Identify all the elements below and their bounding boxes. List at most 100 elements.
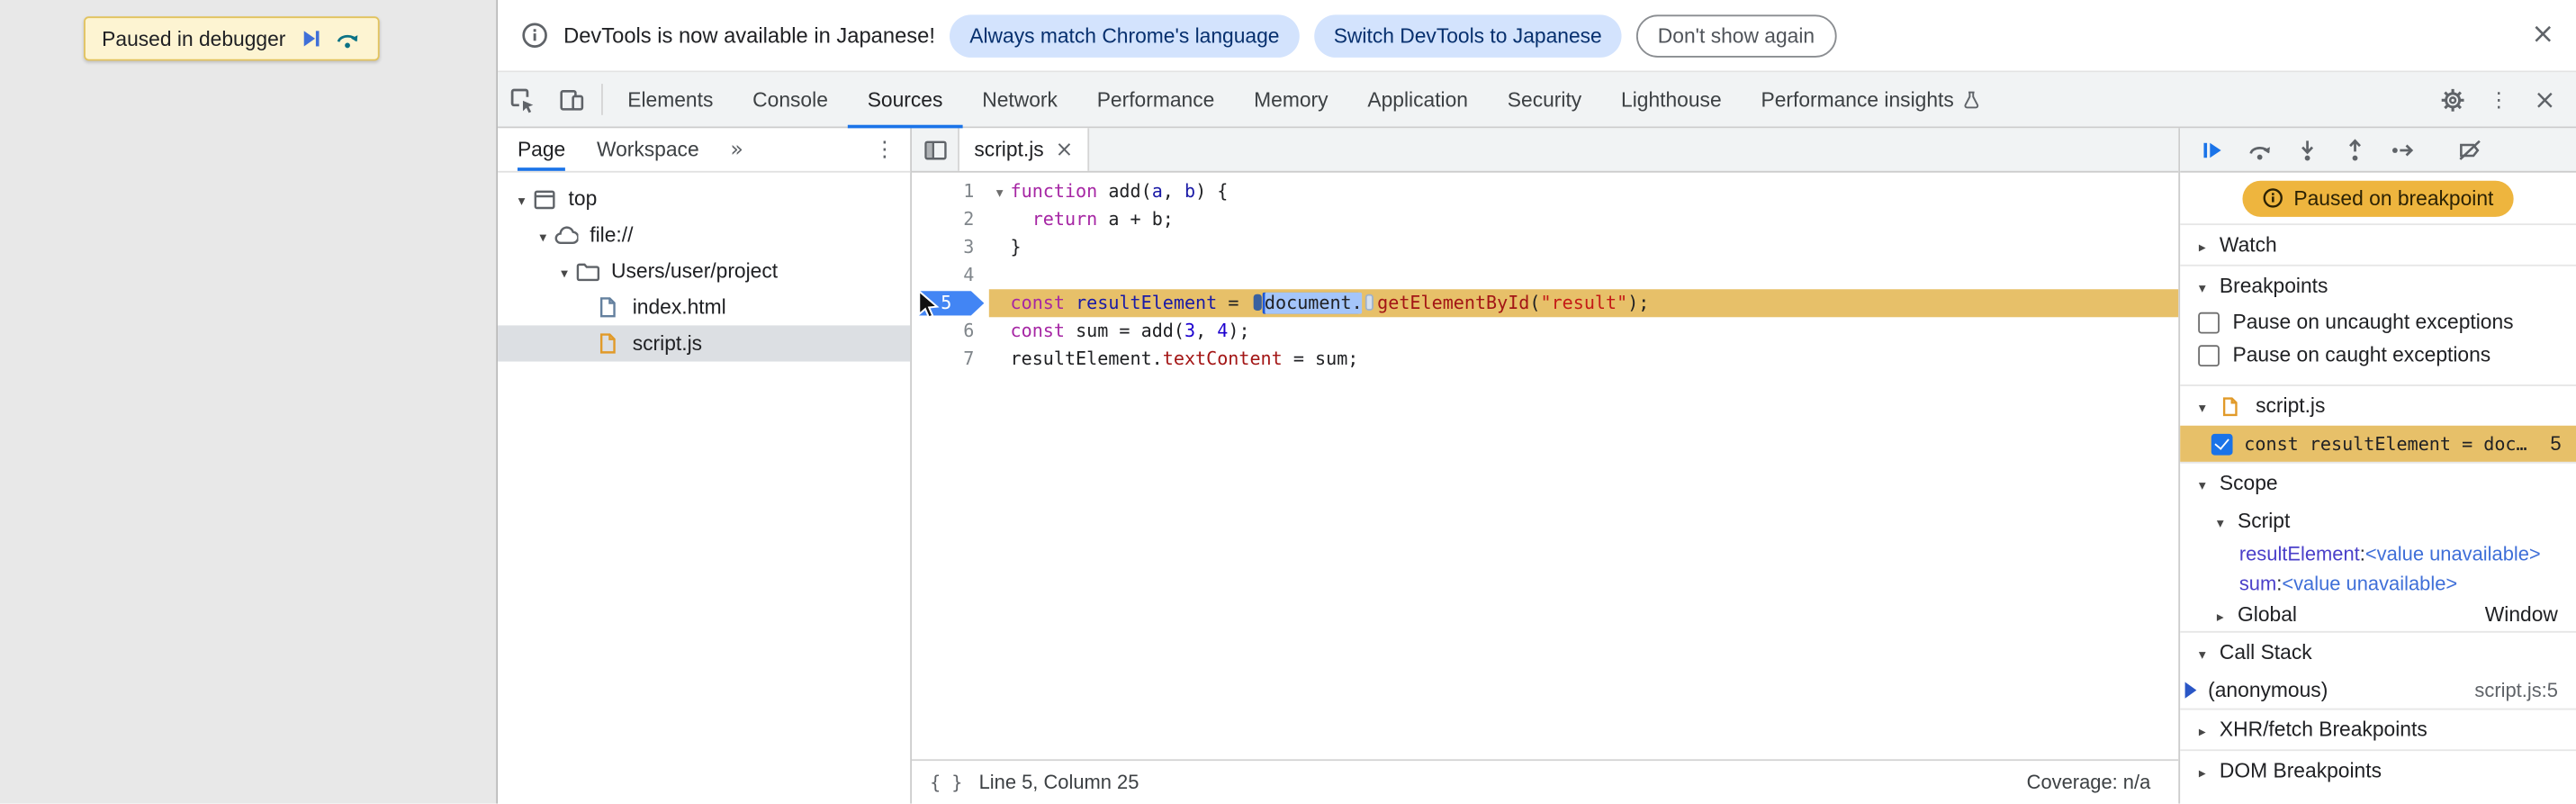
tree-item-script-js[interactable]: script.js bbox=[498, 325, 911, 362]
tab-lighthouse[interactable]: Lighthouse bbox=[1601, 72, 1741, 126]
device-toolbar-icon[interactable] bbox=[547, 72, 597, 126]
infobar-close-icon[interactable]: × bbox=[2531, 21, 2554, 50]
switch-devtools-japanese-button[interactable]: Switch DevTools to Japanese bbox=[1313, 14, 1622, 57]
tab-close-icon[interactable]: × bbox=[1056, 139, 1074, 160]
line-number-4[interactable]: 4 bbox=[912, 261, 989, 289]
paused-in-debugger-toast: Paused in debugger bbox=[84, 16, 380, 61]
code-line-3: 3} bbox=[912, 233, 2178, 261]
resume-script-icon[interactable] bbox=[297, 25, 323, 51]
dont-show-again-button[interactable]: Don't show again bbox=[1636, 14, 1836, 57]
global-value: Window bbox=[2484, 602, 2558, 627]
scope-variable-result-element[interactable]: resultElement<value unavailable> bbox=[2180, 539, 2576, 569]
chevron-down-icon bbox=[2193, 472, 2211, 495]
inline-breakpoint-active-icon[interactable] bbox=[1253, 294, 1262, 311]
step-over-button[interactable] bbox=[2239, 131, 2281, 168]
main-toolbar: Elements Console Sources Network Performance… bbox=[498, 72, 2576, 129]
tab-memory[interactable]: Memory bbox=[1234, 72, 1347, 126]
paused-toast-label: Paused in debugger bbox=[102, 27, 286, 50]
scope-global-group[interactable]: GlobalWindow bbox=[2180, 598, 2576, 631]
section-call-stack[interactable]: Call Stack bbox=[2180, 630, 2576, 673]
section-xhr-breakpoints[interactable]: XHR/fetch Breakpoints bbox=[2180, 708, 2576, 750]
navigator-pane: Page Workspace » ⋮ top file:// Users/user/… bbox=[498, 128, 913, 804]
fold-gutter bbox=[989, 205, 1011, 233]
code-editor[interactable]: 1function add(a, b) {2 return a + b;3}45… bbox=[912, 173, 2179, 760]
tab-console[interactable]: Console bbox=[733, 72, 848, 126]
tab-performance[interactable]: Performance bbox=[1077, 72, 1234, 126]
section-watch[interactable]: Watch bbox=[2180, 223, 2576, 265]
more-tabs-icon[interactable]: » bbox=[730, 137, 743, 161]
chevron-down-icon bbox=[2211, 510, 2229, 533]
more-options-icon[interactable]: ⋮ bbox=[2477, 78, 2519, 121]
tab-performance-insights[interactable]: Performance insights bbox=[1742, 72, 2002, 126]
infobar: DevTools is now available in Japanese! A… bbox=[498, 0, 2576, 73]
tab-network[interactable]: Network bbox=[962, 72, 1076, 126]
line-number-1[interactable]: 1 bbox=[912, 177, 989, 205]
step-into-button[interactable] bbox=[2287, 131, 2328, 168]
line-number-5[interactable]: 5 bbox=[912, 289, 989, 317]
coverage-status: Coverage: n/a bbox=[2026, 771, 2151, 795]
section-breakpoints[interactable]: Breakpoints bbox=[2180, 264, 2576, 306]
tab-elements[interactable]: Elements bbox=[608, 72, 733, 126]
settings-gear-icon[interactable] bbox=[2431, 78, 2473, 121]
pause-uncaught-checkbox[interactable] bbox=[2198, 311, 2220, 333]
tab-page[interactable]: Page bbox=[517, 128, 566, 171]
tab-security[interactable]: Security bbox=[1488, 72, 1601, 126]
experiment-flask-icon bbox=[1962, 89, 1982, 109]
tree-item-index-html[interactable]: index.html bbox=[498, 289, 910, 325]
line-number-2[interactable]: 2 bbox=[912, 205, 989, 233]
fold-gutter bbox=[989, 345, 1011, 373]
step-over-icon[interactable] bbox=[335, 25, 361, 51]
navigator-menu-icon[interactable]: ⋮ bbox=[874, 137, 896, 161]
pause-caught-exceptions-row[interactable]: Pause on caught exceptions bbox=[2180, 339, 2576, 372]
devtools-content: Page Workspace » ⋮ top file:// Users/user/… bbox=[498, 128, 2576, 804]
navigator-tabbar: Page Workspace » ⋮ bbox=[498, 128, 911, 173]
inspect-element-icon[interactable] bbox=[498, 72, 547, 126]
code-line-6: 6 const sum = add(3, 4); bbox=[912, 317, 2178, 345]
editor-tab-script-js[interactable]: script.js × bbox=[959, 128, 1090, 171]
resume-script-button[interactable] bbox=[2192, 131, 2233, 168]
js-file-icon bbox=[2220, 393, 2246, 419]
line-number-3[interactable]: 3 bbox=[912, 233, 989, 261]
inline-breakpoint-icon[interactable] bbox=[1365, 294, 1374, 311]
tree-item-users-user-project[interactable]: Users/user/project bbox=[498, 253, 910, 289]
section-dom-breakpoints[interactable]: DOM Breakpoints bbox=[2180, 749, 2576, 790]
scope-variable-sum[interactable]: sum<value unavailable> bbox=[2180, 569, 2576, 599]
breakpoint-checkbox[interactable] bbox=[2211, 432, 2233, 455]
call-stack-frame[interactable]: (anonymous) script.js:5 bbox=[2180, 673, 2576, 709]
chevron-down-icon[interactable] bbox=[532, 223, 554, 247]
step-out-button[interactable] bbox=[2335, 131, 2376, 168]
chevron-right-icon bbox=[2193, 759, 2211, 782]
scope-script-group[interactable]: Script bbox=[2180, 503, 2576, 539]
toggle-navigator-icon[interactable] bbox=[912, 128, 959, 171]
chevron-down-icon[interactable] bbox=[511, 187, 533, 211]
tab-workspace[interactable]: Workspace bbox=[597, 128, 699, 170]
tree-item-top[interactable]: top bbox=[498, 181, 910, 217]
page-background: Paused in debugger bbox=[0, 0, 497, 804]
code-fold-icon[interactable] bbox=[989, 177, 1011, 205]
toolbar-divider bbox=[601, 84, 603, 115]
devtools-window: DevTools is now available in Japanese! A… bbox=[496, 0, 2576, 804]
file-js-icon bbox=[597, 330, 623, 357]
chevron-down-icon[interactable] bbox=[554, 259, 575, 283]
tab-sources[interactable]: Sources bbox=[847, 72, 963, 129]
section-scope[interactable]: Scope bbox=[2180, 461, 2576, 503]
tree-item-file[interactable]: file:// bbox=[498, 217, 910, 253]
pretty-print-icon[interactable]: { } bbox=[930, 772, 962, 794]
screen: Paused in debugger DevTools is now avail… bbox=[0, 0, 2576, 804]
deactivate-breakpoints-button[interactable] bbox=[2449, 131, 2490, 168]
chevron-right-icon bbox=[2211, 603, 2229, 627]
always-match-language-button[interactable]: Always match Chrome's language bbox=[950, 14, 1300, 57]
pause-uncaught-exceptions-row[interactable]: Pause on uncaught exceptions bbox=[2180, 305, 2576, 339]
folder-icon bbox=[575, 258, 601, 285]
step-button[interactable] bbox=[2382, 131, 2424, 168]
fold-gutter bbox=[989, 233, 1011, 261]
breakpoint-entry[interactable]: const resultElement = doc… 5 bbox=[2180, 425, 2576, 462]
chevron-down-icon bbox=[2193, 394, 2211, 418]
pause-caught-checkbox[interactable] bbox=[2198, 344, 2220, 366]
tab-application[interactable]: Application bbox=[1347, 72, 1487, 126]
close-devtools-icon[interactable]: × bbox=[2524, 78, 2566, 121]
breakpoint-file-group[interactable]: script.js bbox=[2180, 384, 2576, 426]
breakpoint-execution-marker[interactable]: 5 bbox=[918, 291, 985, 316]
line-number-6[interactable]: 6 bbox=[912, 317, 989, 345]
line-number-7[interactable]: 7 bbox=[912, 345, 989, 373]
